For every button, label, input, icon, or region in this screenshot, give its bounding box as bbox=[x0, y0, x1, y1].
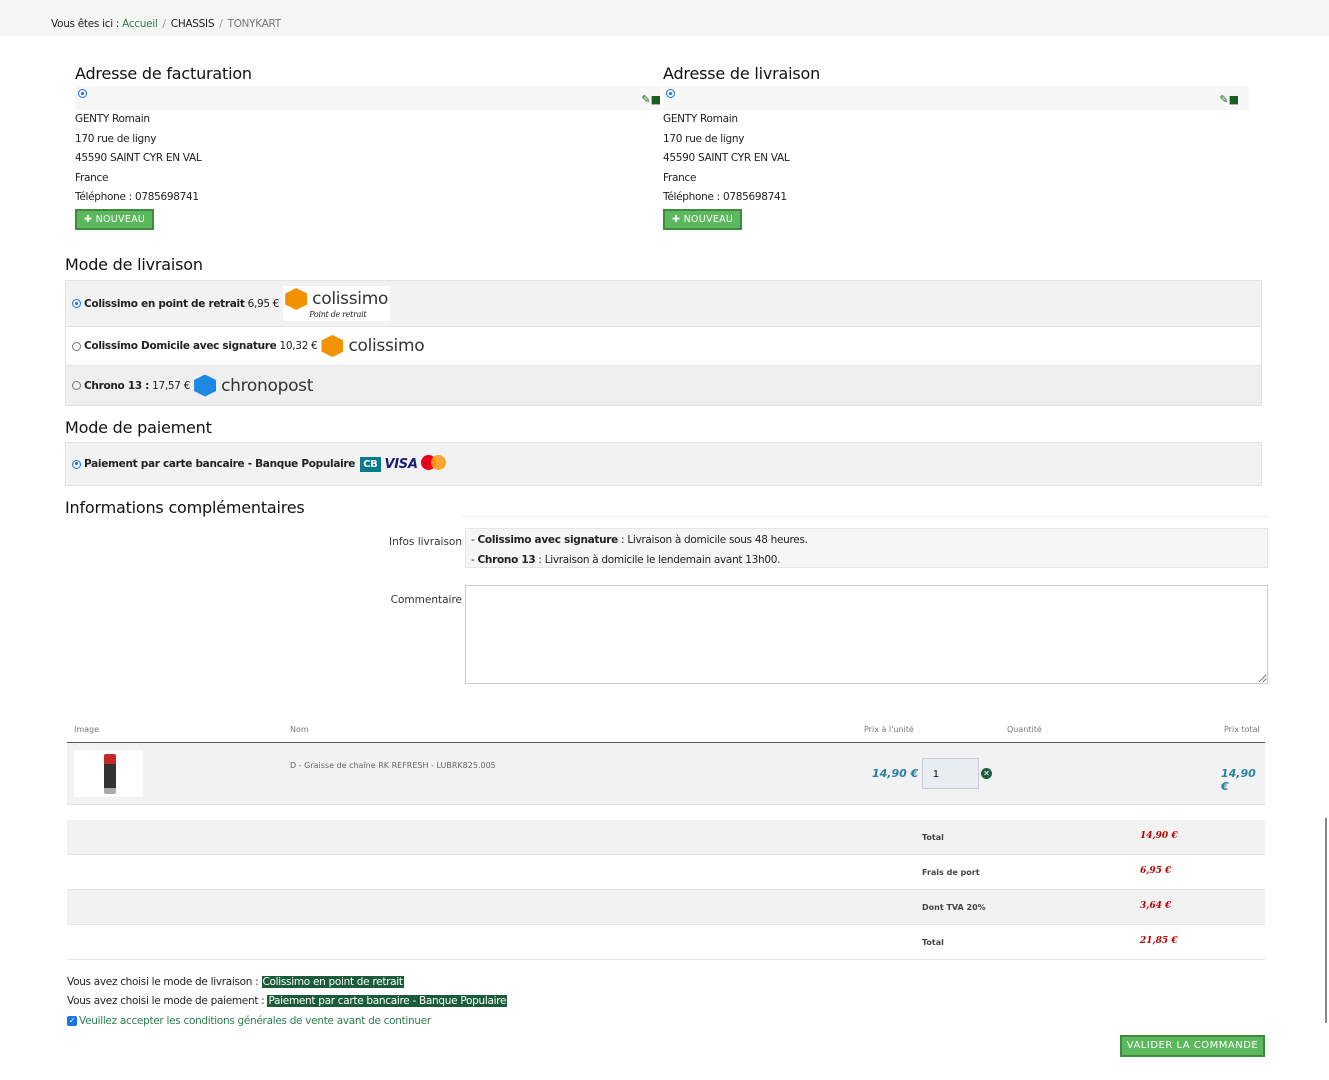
mastercard-logo bbox=[420, 455, 447, 473]
billing-name: GENTY Romain bbox=[75, 113, 150, 125]
delivery-title: Mode de livraison bbox=[65, 255, 203, 274]
option-price: 10,32 € bbox=[279, 340, 318, 352]
cgv-checkbox[interactable]: ✓ bbox=[67, 1016, 77, 1026]
infos-label: Infos livraison bbox=[389, 536, 462, 548]
product-image[interactable] bbox=[74, 750, 143, 797]
radio-unselected[interactable] bbox=[72, 381, 81, 390]
billing-title: Adresse de facturation bbox=[75, 64, 252, 83]
billing-radio[interactable] bbox=[78, 89, 87, 98]
billing-address: Adresse de facturation ✎■ GENTY Romain 1… bbox=[75, 64, 661, 230]
billing-new-button[interactable]: ✚ NOUVEAU bbox=[75, 208, 155, 230]
shipping-street: 170 rue de ligny bbox=[663, 132, 745, 145]
delivery-option-relay[interactable]: Colissimo en point de retrait 6,95 € coli… bbox=[66, 281, 1261, 327]
option-label: Chrono 13 : bbox=[84, 379, 150, 392]
payment-options: Paiement par carte bancaire - Banque Pop… bbox=[65, 442, 1262, 486]
chronopost-logo: chronopost bbox=[194, 374, 313, 397]
header-quantity: Quantité bbox=[1007, 725, 1042, 734]
shipping-address: Adresse de livraison ✎■ GENTY Romain 170… bbox=[663, 64, 1249, 230]
header-image: Image bbox=[74, 725, 100, 734]
shipping-new-button[interactable]: ✚ NOUVEAU bbox=[663, 208, 743, 230]
header-name: Nom bbox=[290, 725, 309, 734]
summary-delivery: Vous avez choisi le mode de livraison : … bbox=[67, 976, 404, 988]
plus-icon: ✚ bbox=[672, 213, 684, 225]
edit-icon[interactable]: ✎ bbox=[1219, 93, 1228, 106]
radio-unselected[interactable] bbox=[72, 341, 81, 351]
validate-order-button[interactable]: VALIDER LA COMMANDE bbox=[1120, 1035, 1265, 1057]
header-unit-price: Prix à l'unité bbox=[864, 725, 914, 734]
billing-country: France bbox=[75, 171, 109, 184]
totals-row: Total 21,85 € bbox=[67, 925, 1265, 960]
breadcrumb-prefix: Vous êtes ici : bbox=[51, 18, 120, 30]
info-title: Informations complémentaires bbox=[65, 498, 305, 517]
colissimo-relay-logo: colissimo Point de retrait bbox=[283, 286, 391, 321]
infos-box: - Colissimo avec signature : Livraison à… bbox=[465, 528, 1268, 568]
breadcrumb-home-link[interactable]: Accueil bbox=[122, 18, 158, 30]
totals-row: Dont TVA 20% 3,64 € bbox=[67, 890, 1265, 925]
totals-row: Frais de port 6,95 € bbox=[67, 855, 1265, 890]
line-total: 14,90 € bbox=[1221, 767, 1256, 793]
info-line: - Chrono 13 : Livraison à domicile le le… bbox=[471, 553, 781, 566]
billing-new-label: NOUVEAU bbox=[95, 213, 146, 225]
trash-icon[interactable]: ■ bbox=[651, 93, 661, 106]
breadcrumb-current: TONYKART bbox=[227, 18, 281, 30]
delivery-options: Colissimo en point de retrait 6,95 € coli… bbox=[65, 280, 1262, 406]
comment-textarea[interactable] bbox=[465, 585, 1268, 684]
radio-selected[interactable] bbox=[72, 459, 81, 469]
plus-icon: ✚ bbox=[84, 213, 96, 225]
option-price: 17,57 € bbox=[152, 379, 191, 392]
option-label: Paiement par carte bancaire - Banque Pop… bbox=[84, 458, 356, 470]
billing-phone: Téléphone : 0785698741 bbox=[75, 191, 199, 203]
colissimo-logo: colissimo bbox=[321, 335, 425, 357]
option-price: 6,95 € bbox=[247, 297, 280, 310]
breadcrumb: Vous êtes ici : Accueil / CHASSIS / TONYKART bbox=[0, 0, 1329, 36]
cgv-checkbox-row[interactable]: ✓ Veuillez accepter les conditions généra… bbox=[67, 1015, 431, 1027]
delivery-option-home[interactable]: Colissimo Domicile avec signature 10,32 €… bbox=[66, 327, 1261, 366]
shipping-phone: Téléphone : 0785698741 bbox=[663, 191, 787, 203]
cb-logo: CB bbox=[360, 456, 381, 472]
shipping-city: 45590 SAINT CYR EN VAL bbox=[663, 152, 790, 164]
payment-option-card[interactable]: Paiement par carte bancaire - Banque Pop… bbox=[66, 443, 1261, 485]
unit-price: 14,90 € bbox=[872, 767, 919, 780]
delivery-option-chrono[interactable]: Chrono 13 :17,57 € chronopost bbox=[66, 366, 1261, 405]
visa-logo: VISA bbox=[384, 456, 418, 472]
info-line: - Colissimo avec signature : Livraison à… bbox=[471, 534, 808, 546]
shipping-name: GENTY Romain bbox=[663, 113, 738, 125]
billing-city: 45590 SAINT CYR EN VAL bbox=[75, 152, 202, 164]
header-total: Prix total bbox=[1224, 725, 1260, 734]
shipping-title: Adresse de livraison bbox=[663, 64, 821, 83]
option-label: Colissimo en point de retrait bbox=[84, 297, 245, 310]
edit-icon[interactable]: ✎ bbox=[641, 93, 650, 106]
scrollbar[interactable] bbox=[1325, 818, 1327, 1023]
billing-street: 170 rue de ligny bbox=[75, 132, 157, 145]
remove-icon[interactable]: ✕ bbox=[981, 768, 992, 779]
shipping-new-label: NOUVEAU bbox=[683, 213, 734, 225]
comment-label: Commentaire bbox=[390, 594, 462, 606]
table-row: D - Graisse de chaîne RK REFRESH - LUBRK… bbox=[67, 743, 1265, 805]
totals-row: Total 14,90 € bbox=[67, 820, 1265, 855]
trash-icon[interactable]: ■ bbox=[1229, 93, 1239, 106]
product-name[interactable]: D - Graisse de chaîne RK REFRESH - LUBRK… bbox=[290, 761, 496, 770]
radio-selected[interactable] bbox=[72, 299, 81, 308]
summary-payment: Vous avez choisi le mode de paiement : P… bbox=[67, 995, 508, 1007]
payment-title: Mode de paiement bbox=[65, 418, 212, 437]
breadcrumb-chassis-link[interactable]: CHASSIS bbox=[171, 18, 215, 30]
option-label: Colissimo Domicile avec signature bbox=[84, 340, 277, 352]
shipping-radio[interactable] bbox=[666, 89, 675, 98]
quantity-input[interactable] bbox=[922, 758, 979, 789]
cgv-label[interactable]: Veuillez accepter les conditions général… bbox=[79, 1015, 431, 1027]
shipping-country: France bbox=[663, 171, 697, 184]
